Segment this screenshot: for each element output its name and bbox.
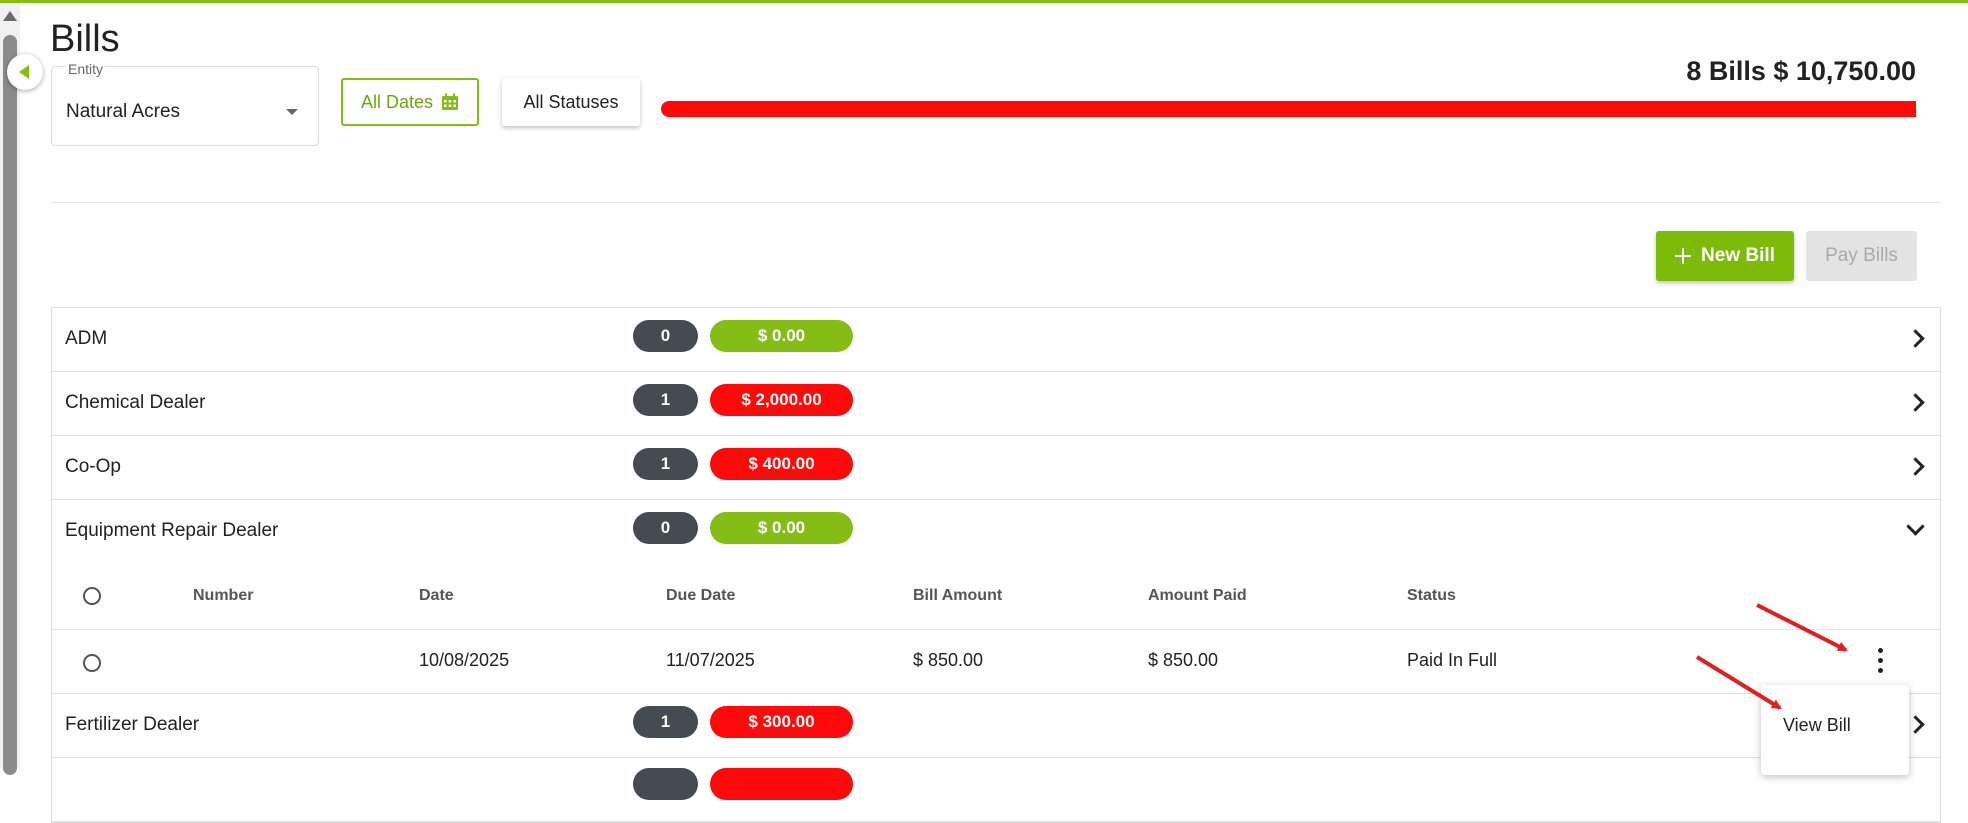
annotation-arrows xyxy=(1695,603,1848,710)
amount-badge xyxy=(710,768,853,800)
bill-count-badge xyxy=(633,768,698,800)
